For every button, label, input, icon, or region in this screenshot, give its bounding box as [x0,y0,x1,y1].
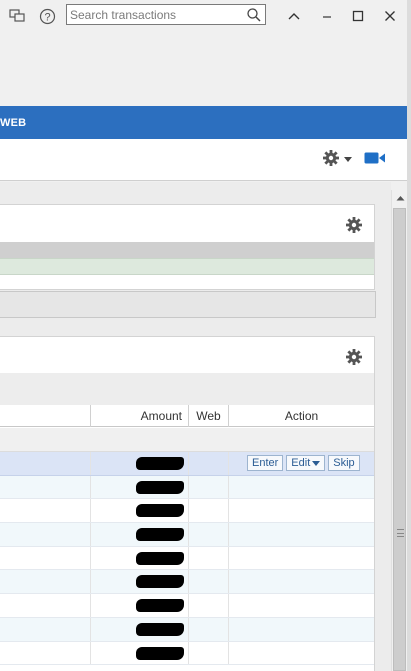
summary-panel [0,204,375,290]
redacted-amount [136,480,184,494]
column-divider [228,475,229,499]
column-header-amount[interactable]: Amount [90,405,188,427]
redacted-amount [136,551,184,565]
column-divider [90,452,91,475]
header-area [0,32,411,106]
column-divider [188,452,189,475]
column-divider [228,617,229,641]
summary-header-row [0,242,374,258]
screens-icon[interactable] [8,7,26,25]
column-divider [90,475,91,499]
search-field[interactable] [66,4,266,25]
skip-button[interactable]: Skip [328,455,360,471]
nav-bar: WEB [0,106,411,139]
edit-button[interactable]: Edit [286,455,326,471]
grip-icon [397,529,404,537]
column-divider [188,617,189,641]
column-divider [90,523,91,546]
column-header-web[interactable]: Web [188,405,228,427]
gear-icon [322,149,340,170]
redacted-amount [136,528,184,542]
table-row[interactable] [0,523,374,547]
minimize-icon[interactable] [317,6,337,26]
toolbar [0,139,411,181]
redacted-amount [136,575,184,589]
main-content: Amount Web Action Enter Edit Skip [0,182,391,671]
svg-text:?: ? [44,11,50,23]
transactions-panel: Amount Web Action Enter Edit Skip [0,336,375,671]
table-row[interactable]: Enter Edit Skip [0,452,374,476]
transaction-rows: Enter Edit Skip [0,452,374,666]
redacted-amount [136,599,184,613]
table-row[interactable] [0,594,374,618]
column-divider [228,523,229,546]
table-row[interactable] [0,499,374,524]
column-divider [228,570,229,594]
redacted-amount [136,504,184,518]
gear-icon[interactable] [345,216,363,234]
table-row[interactable] [0,617,374,642]
column-divider [228,594,229,617]
close-icon[interactable] [380,6,400,26]
column-divider [228,641,229,665]
column-divider [188,523,189,546]
video-icon[interactable] [364,151,386,165]
column-divider [188,570,189,594]
group-header-row [0,428,374,452]
help-icon[interactable]: ? [38,7,56,25]
column-divider [228,546,229,570]
column-divider [188,499,189,523]
table-header: Amount Web Action [0,405,374,427]
column-header-action[interactable]: Action [228,405,374,427]
edit-button-label: Edit [291,457,311,469]
chevron-up-icon[interactable] [284,6,304,26]
maximize-icon[interactable] [348,6,368,26]
search-icon[interactable] [246,7,262,23]
redacted-amount [136,457,184,470]
column-divider [90,617,91,641]
table-row[interactable] [0,641,374,666]
column-divider [90,594,91,617]
scroll-up-icon[interactable] [392,190,408,206]
window-edge [407,0,411,671]
enter-button[interactable]: Enter [247,455,284,471]
gear-icon[interactable] [345,348,363,366]
column-divider [188,641,189,665]
transactions-toolbar [0,373,374,405]
column-divider [188,546,189,570]
column-divider [228,452,229,475]
column-divider [188,475,189,499]
redacted-amount [136,622,184,636]
redacted-amount [136,646,184,660]
table-row[interactable] [0,570,374,595]
column-divider [188,594,189,617]
chevron-down-icon [312,460,321,466]
scrollbar-thumb[interactable] [393,208,406,671]
column-divider [90,570,91,594]
column-divider [90,546,91,570]
column-divider [90,641,91,665]
filter-bar [0,291,376,318]
vertical-scrollbar[interactable] [391,190,407,671]
nav-item-web[interactable]: WEB [0,117,26,129]
column-divider [90,499,91,523]
column-divider [228,499,229,523]
title-bar: ? [0,0,411,32]
chevron-down-icon [343,152,353,166]
table-row[interactable] [0,475,374,500]
search-input[interactable] [70,6,242,23]
table-row[interactable] [0,546,374,571]
summary-row [0,258,374,275]
settings-menu-button[interactable] [322,149,354,169]
row-actions: Enter Edit Skip [247,455,360,471]
